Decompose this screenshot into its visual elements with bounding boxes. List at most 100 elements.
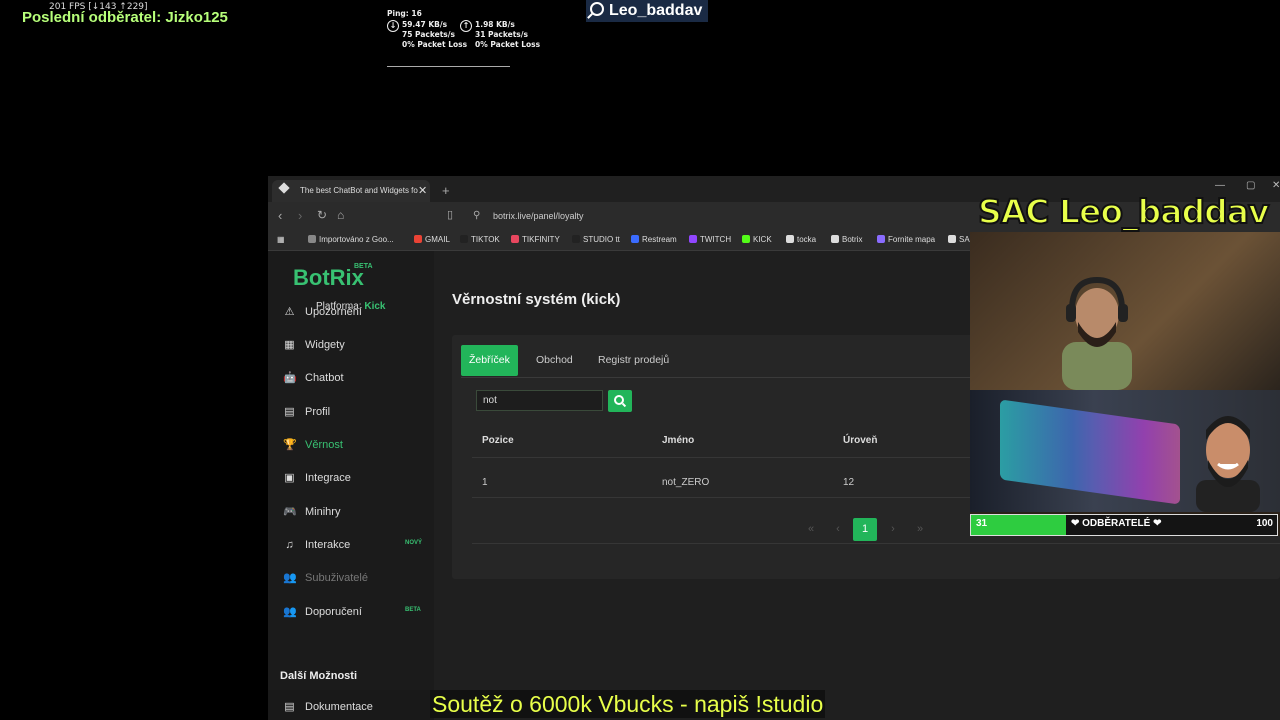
menu-badge: NOVÝ [405,540,423,546]
first-page-icon[interactable]: « [799,518,823,541]
column-header-uroven[interactable]: Úroveň [843,435,877,446]
next-page-icon[interactable]: › [881,518,905,541]
bookmark-item[interactable]: tocka [786,235,816,244]
sidebar-item-label: Widgety [305,339,345,351]
bookmark-label: Botrix [842,235,863,244]
bookmark-label: SA [959,235,970,244]
sidebar-item-integrace[interactable]: ▣ Integrace [283,468,433,488]
search-button[interactable] [608,390,632,412]
bookmark-favicon-icon [572,235,580,243]
sidebar-item-subuzivatele[interactable]: 👥 Subuživatelé [283,568,433,588]
download-icon: ↓ [387,20,399,32]
tab-title: The best ChatBot and Widgets fo [300,186,418,195]
reload-icon[interactable]: ↻ [317,208,327,222]
sidebar-item-chatbot[interactable]: 🤖 Chatbot [283,368,433,388]
document-icon: ▤ [284,701,295,713]
site-info-icon[interactable]: ⚲ [473,210,480,221]
divider [472,543,1280,544]
back-icon[interactable]: ‹ [278,208,282,223]
prev-page-icon[interactable]: ‹ [826,518,850,541]
bookmark-label: TIKFINITY [522,235,560,244]
webcam-title: SAC Leo_baddav [977,191,1271,232]
download-packets: 75 Packets/s [402,30,455,39]
sidebar-item-widgety[interactable]: ▦ Widgety [283,335,433,355]
bookmark-favicon-icon [831,235,839,243]
bookmark-favicon-icon [742,235,750,243]
sidebar-item-label: Chatbot [305,372,344,384]
last-subscriber: Poslední odběratel: Jizko125 [22,9,228,26]
page-button-current[interactable]: 1 [853,518,877,541]
bookmark-favicon-icon [631,235,639,243]
cartoon-avatar [1196,416,1260,512]
giveaway-banner: Soutěž o 6000k Vbucks - napiš !studio [430,690,826,718]
bookmark-item[interactable]: KICK [742,235,772,244]
bookmark-favicon-icon [948,235,956,243]
url-field[interactable]: botrix.live/panel/loyalty [493,211,584,221]
sidebar-item-label: Integrace [305,472,351,484]
upload-rate: 1.98 KB/s [475,20,515,29]
close-window-icon[interactable]: ✕ [1272,180,1280,191]
goal-max: 100 [1256,518,1273,529]
subuzivatele-icon: 👥 [283,572,297,584]
home-icon[interactable]: ⌂ [337,208,344,222]
widgety-icon: ▦ [284,339,295,351]
sidebar-item-doporuceni[interactable]: 👥 Doporučení BETA [283,602,433,622]
tab-zebricek[interactable]: Žebříček [461,345,518,376]
bookmark-item[interactable]: TIKFINITY [511,235,560,244]
sidebar: BotRix BETA Platforma: Kick ⚠ Upozornění ▦… [268,251,434,720]
upload-icon: ↑ [460,20,472,32]
network-stats: Ping: 16 ↓ 59.47 KB/s 75 Packets/s 0% Pa… [387,9,547,59]
bookmark-item[interactable]: SA [948,235,970,244]
bookmark-item[interactable]: STUDIO tt [572,235,620,244]
bookmark-favicon-icon [511,235,519,243]
bookmark-favicon-icon [877,235,885,243]
interakce-icon: ♫ [285,539,294,551]
column-header-pozice[interactable]: Pozice [482,435,514,446]
tab-obchod[interactable]: Obchod [528,345,581,376]
streamer-tag: Leo_baddav [586,0,709,22]
bookmark-label: KICK [753,235,772,244]
download-rate: 59.47 KB/s [402,20,448,29]
sidebar-item-dokumentace[interactable]: ▤ Dokumentace [268,690,434,720]
ping-text: Ping: 16 [387,9,422,18]
bookmark-label: STUDIO tt [583,235,620,244]
tab-registr-prodeju[interactable]: Registr prodejů [590,345,677,376]
sidebar-item-upozorneni[interactable]: ⚠ Upozornění [283,302,433,322]
bookmark-item[interactable]: Restream [631,235,677,244]
bookmark-label: Restream [642,235,677,244]
download-loss: 0% Packet Loss [402,40,468,49]
sidebar-item-label: Věrnost [305,439,343,451]
bookmark-item[interactable]: TWITCH [689,235,731,244]
close-tab-icon[interactable]: ✕ [418,180,427,202]
sidebar-item-minihry[interactable]: 🎮 Minihry [283,502,433,522]
sidebar-item-label: Dokumentace [305,701,373,713]
apps-icon[interactable]: ▦ [277,235,285,244]
column-header-jmeno[interactable]: Jméno [662,435,694,446]
bookmark-label: TWITCH [700,235,732,244]
new-tab-icon[interactable]: + [442,180,450,202]
bookmark-item[interactable]: Botrix [831,235,862,244]
bookmark-label: Fornite mapa [888,235,936,244]
bookmark-label: GMAIL [425,235,450,244]
search-input[interactable] [476,390,603,411]
forward-icon[interactable]: › [298,208,302,223]
upload-packets: 31 Packets/s [475,30,528,39]
bookmark-item[interactable]: GMAIL [414,235,450,244]
streamer-image [1062,276,1132,390]
vernost-icon: 🏆 [283,439,297,451]
bookmark-icon[interactable]: ▯ [447,208,453,221]
upozorneni-icon: ⚠ [284,306,295,318]
sidebar-item-vernost[interactable]: 🏆 Věrnost [283,435,433,455]
upload-loss: 0% Packet Loss [475,40,541,49]
minimize-icon[interactable]: — [1215,180,1225,191]
browser-tab[interactable]: The best ChatBot and Widgets fo [272,180,430,202]
bookmark-item[interactable]: Fornite mapa [877,235,935,244]
last-page-icon[interactable]: » [908,518,932,541]
sidebar-item-label: Doporučení [305,606,362,618]
chatbot-icon: 🤖 [283,372,297,384]
bookmark-item[interactable]: Importováno z Goo... [308,235,394,244]
sidebar-item-profil[interactable]: ▤ Profil [283,402,433,422]
sidebar-item-interakce[interactable]: ♫ Interakce NOVÝ [283,535,433,555]
maximize-icon[interactable]: ▢ [1246,180,1255,191]
bookmark-item[interactable]: TIKTOK [460,235,500,244]
